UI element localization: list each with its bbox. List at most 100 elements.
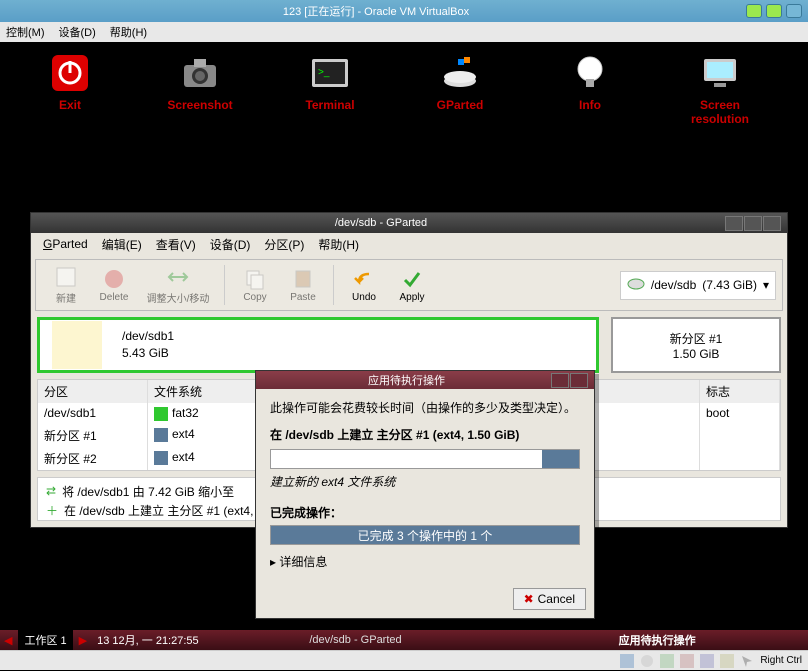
- cd-icon[interactable]: [640, 654, 654, 668]
- menu-partition[interactable]: 分区(P): [260, 234, 308, 255]
- undo-icon: [353, 268, 375, 290]
- device-name: /dev/sdb: [651, 278, 696, 292]
- desktop-icon-label: GParted: [437, 98, 484, 112]
- device-selector[interactable]: /dev/sdb (7.43 GiB) ▾: [620, 271, 776, 300]
- vb-menu-device[interactable]: 设备(D): [59, 24, 96, 40]
- desktop-icon-label: Exit: [59, 98, 81, 112]
- virtualbox-menubar: 控制(M) 设备(D) 帮助(H): [0, 22, 808, 42]
- partition-block-main[interactable]: /dev/sdb1 5.43 GiB: [37, 317, 599, 373]
- host-key: Right Ctrl: [760, 655, 802, 666]
- dialog-close-button[interactable]: [570, 373, 588, 388]
- desktop-icon-exit[interactable]: Exit: [20, 52, 120, 126]
- gparted-titlebar[interactable]: /dev/sdb - GParted: [31, 213, 787, 233]
- dialog-titlebar[interactable]: 应用待执行操作: [256, 371, 594, 389]
- tool-delete[interactable]: Delete: [90, 268, 138, 303]
- resize-icon: ⇄: [46, 484, 56, 498]
- operation-sub: 建立新的 ext4 文件系统: [270, 473, 580, 490]
- desktop-icon-info[interactable]: Info: [540, 52, 640, 126]
- vb-minimize-button[interactable]: [746, 4, 762, 18]
- hdd-icon[interactable]: [620, 654, 634, 668]
- mouse-icon[interactable]: [740, 654, 754, 668]
- display-icon[interactable]: [720, 654, 734, 668]
- shared-icon[interactable]: [700, 654, 714, 668]
- col-filesystem[interactable]: 文件系统: [148, 380, 268, 403]
- tool-copy[interactable]: Copy: [231, 268, 279, 303]
- details-expander[interactable]: ▸ 详细信息: [270, 553, 580, 570]
- tool-paste[interactable]: Paste: [279, 268, 327, 303]
- clock[interactable]: 13 12月, 一 21:27:55: [91, 630, 205, 650]
- disk-icon: [627, 275, 645, 296]
- new-icon: [55, 266, 77, 288]
- done-label: 已完成操作：: [270, 504, 580, 521]
- current-operation: 在 /dev/sdb 上建立 主分区 #1 (ext4, 1.50 GiB): [270, 426, 580, 443]
- tool-undo[interactable]: Undo: [340, 268, 388, 303]
- gparted-menubar: GGPartedParted 编辑(E) 查看(V) 设备(D) 分区(P) 帮…: [31, 233, 787, 255]
- guest-desktop: Exit Screenshot >_ Terminal GParted Info: [0, 42, 808, 650]
- menu-gparted[interactable]: GGPartedParted: [39, 235, 92, 253]
- partition-name: 新分区 #1: [670, 330, 723, 347]
- partition-block-new[interactable]: 新分区 #1 1.50 GiB: [611, 317, 781, 373]
- dialog-title: 应用待执行操作: [262, 372, 551, 388]
- window-maximize-button[interactable]: [744, 216, 762, 231]
- cancel-icon: ✖: [524, 592, 534, 606]
- tool-label: 新建: [56, 290, 76, 305]
- right-arrow-icon[interactable]: ▶: [75, 634, 91, 647]
- desktop-icon-terminal[interactable]: >_ Terminal: [280, 52, 380, 126]
- desktop-icon-resolution[interactable]: Screen resolution: [670, 52, 770, 126]
- gparted-title: /dev/sdb - GParted: [37, 217, 725, 229]
- desktop-icon-screenshot[interactable]: Screenshot: [150, 52, 250, 126]
- desktop-icon-gparted[interactable]: GParted: [410, 52, 510, 126]
- desktop-icon-label: Screenshot: [167, 98, 232, 112]
- col-partition[interactable]: 分区: [38, 380, 148, 403]
- tool-new[interactable]: 新建: [42, 266, 90, 305]
- svg-text:>_: >_: [318, 67, 330, 78]
- resize-icon: [167, 266, 189, 288]
- menu-edit[interactable]: 编辑(E): [98, 234, 146, 255]
- gparted-toolbar: 新建 Delete 调整大小/移动 Copy Paste Undo Apply …: [35, 259, 783, 311]
- tool-label: Undo: [352, 292, 376, 303]
- tool-apply[interactable]: Apply: [388, 268, 436, 303]
- net-icon[interactable]: [660, 654, 674, 668]
- partition-size: 5.43 GiB: [122, 345, 174, 362]
- guest-taskbar: ◀ 工作区 1 ▶ 13 12月, 一 21:27:55 /dev/sdb - …: [0, 630, 808, 650]
- desktop-icon-label: Info: [579, 98, 601, 112]
- copy-icon: [244, 268, 266, 290]
- left-arrow-icon[interactable]: ◀: [0, 634, 16, 647]
- window-minimize-button[interactable]: [725, 216, 743, 231]
- tool-resize[interactable]: 调整大小/移动: [138, 266, 218, 305]
- operation-progress-bar: [270, 449, 580, 469]
- dialog-minimize-button[interactable]: [551, 373, 569, 388]
- terminal-icon: >_: [309, 52, 351, 94]
- tool-label: Apply: [399, 292, 424, 303]
- taskbar-item-gparted[interactable]: /dev/sdb - GParted: [205, 632, 507, 648]
- tool-label: Copy: [243, 292, 266, 303]
- menu-device[interactable]: 设备(D): [206, 234, 255, 255]
- camera-icon: [179, 52, 221, 94]
- col-flags[interactable]: 标志: [700, 380, 780, 403]
- tool-label: 调整大小/移动: [147, 290, 210, 305]
- vb-menu-help[interactable]: 帮助(H): [110, 24, 147, 40]
- overall-progress-bar: 已完成 3 个操作中的 1 个: [270, 525, 580, 545]
- apply-icon: [401, 268, 423, 290]
- power-icon: [49, 52, 91, 94]
- disk-visual: /dev/sdb1 5.43 GiB 新分区 #1 1.50 GiB: [37, 317, 781, 373]
- partition-name: /dev/sdb1: [122, 328, 174, 345]
- tool-label: Delete: [100, 292, 129, 303]
- workspace-label[interactable]: 工作区 1: [18, 630, 72, 650]
- cancel-button[interactable]: ✖ Cancel: [513, 588, 586, 610]
- vb-close-button[interactable]: [786, 4, 802, 18]
- menu-help[interactable]: 帮助(H): [314, 234, 363, 255]
- apply-operations-dialog: 应用待执行操作 此操作可能会花费较长时间（由操作的多少及类型决定）。 在 /de…: [255, 370, 595, 619]
- taskbar-item-dialog[interactable]: 应用待执行操作: [506, 630, 808, 650]
- vb-title: 123 [正在运行] - Oracle VM VirtualBox: [6, 3, 746, 19]
- tool-label: Paste: [290, 292, 316, 303]
- virtualbox-statusbar: Right Ctrl: [0, 650, 808, 670]
- usb-icon[interactable]: [680, 654, 694, 668]
- window-close-button[interactable]: [763, 216, 781, 231]
- vb-maximize-button[interactable]: [766, 4, 782, 18]
- delete-icon: [103, 268, 125, 290]
- device-size: (7.43 GiB): [702, 278, 757, 292]
- menu-view[interactable]: 查看(V): [152, 234, 200, 255]
- dialog-message: 此操作可能会花费较长时间（由操作的多少及类型决定）。: [270, 399, 580, 416]
- vb-menu-control[interactable]: 控制(M): [6, 24, 45, 40]
